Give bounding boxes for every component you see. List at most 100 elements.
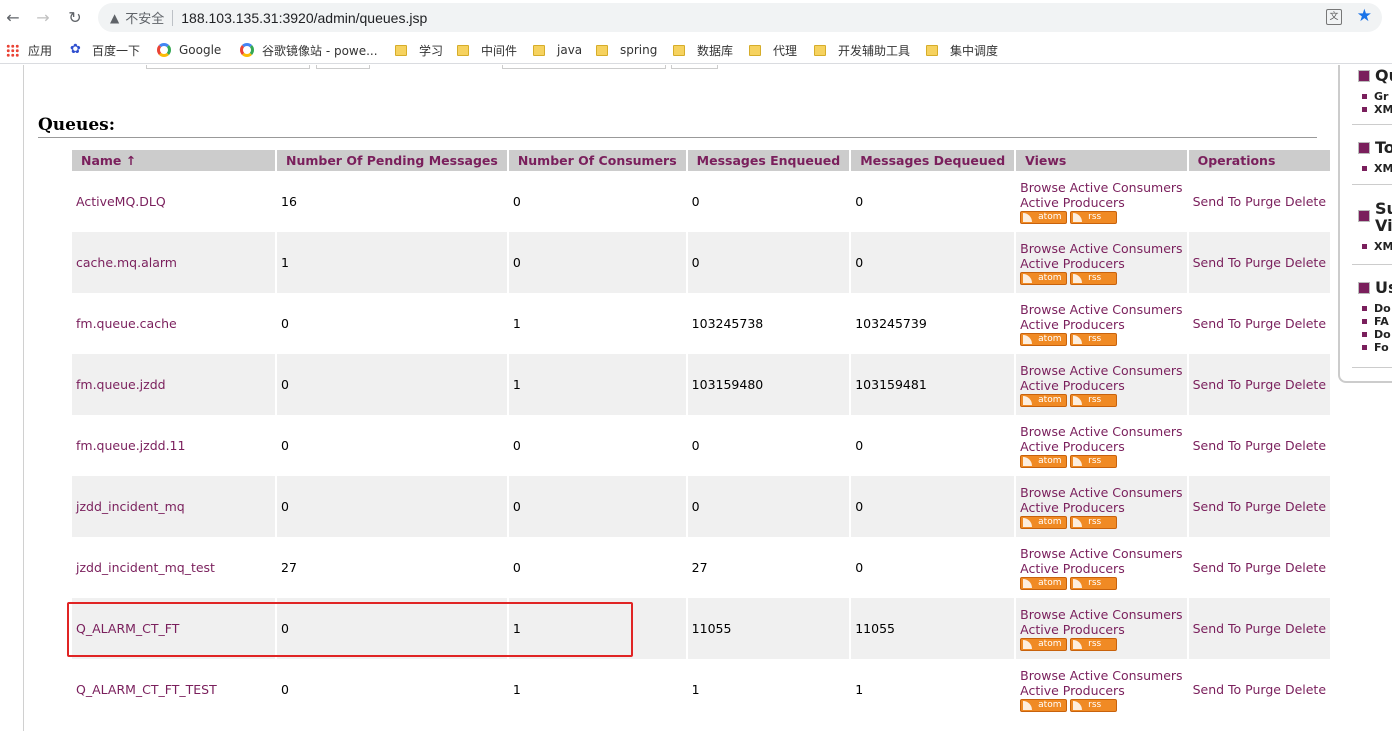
purge-link[interactable]: Purge [1245, 194, 1281, 209]
security-label[interactable]: 不安全 [125, 8, 164, 27]
browse-link[interactable]: Browse [1020, 424, 1066, 439]
translate-icon[interactable]: 文 [1326, 9, 1342, 25]
browse-link[interactable]: Browse [1020, 607, 1066, 622]
browse-link[interactable]: Browse [1020, 668, 1066, 683]
atom-feed-button[interactable]: atom [1020, 393, 1068, 407]
url-text[interactable]: 188.103.135.31:3920/admin/queues.jsp [181, 10, 427, 26]
atom-feed-button[interactable]: atom [1020, 454, 1068, 468]
delete-link[interactable]: Delete [1285, 377, 1326, 392]
delete-link[interactable]: Delete [1285, 316, 1326, 331]
bookmark-google[interactable]: Google [157, 41, 221, 59]
bookmark-folder-study[interactable]: 学习 [395, 41, 443, 59]
purge-link[interactable]: Purge [1245, 377, 1281, 392]
active-consumers-link[interactable]: Active Consumers [1070, 668, 1183, 683]
queue-name-link[interactable]: cache.mq.alarm [76, 255, 177, 270]
sidebar-link[interactable]: FA [1358, 315, 1392, 328]
delete-link[interactable]: Delete [1285, 255, 1326, 270]
sidebar-link-text[interactable]: FA [1374, 315, 1389, 328]
active-consumers-link[interactable]: Active Consumers [1070, 424, 1183, 439]
send-to-link[interactable]: Send To [1193, 255, 1242, 270]
rss-feed-button[interactable]: rss [1070, 515, 1118, 529]
queue-name-link[interactable]: jzdd_incident_mq [76, 499, 185, 514]
active-consumers-link[interactable]: Active Consumers [1070, 180, 1183, 195]
rss-feed-button[interactable]: rss [1070, 210, 1118, 224]
delete-link[interactable]: Delete [1285, 682, 1326, 697]
active-consumers-link[interactable]: Active Consumers [1070, 302, 1183, 317]
sidebar-link-text[interactable]: XM [1374, 162, 1392, 175]
purge-link[interactable]: Purge [1245, 438, 1281, 453]
rss-feed-button[interactable]: rss [1070, 271, 1118, 285]
filter-button[interactable] [671, 65, 718, 69]
column-header-pending[interactable]: Number Of Pending Messages [277, 150, 507, 171]
send-to-link[interactable]: Send To [1193, 438, 1242, 453]
sidebar-link[interactable]: Do [1358, 328, 1392, 341]
send-to-link[interactable]: Send To [1193, 194, 1242, 209]
queue-name-link[interactable]: fm.queue.jzdd [76, 377, 166, 392]
rss-feed-button[interactable]: rss [1070, 698, 1118, 712]
sidebar-link-text[interactable]: Do [1374, 302, 1391, 315]
filter-input[interactable] [502, 65, 666, 69]
active-producers-link[interactable]: Active Producers [1020, 195, 1125, 210]
active-producers-link[interactable]: Active Producers [1020, 561, 1125, 576]
sidebar-link-text[interactable]: Fo [1374, 341, 1389, 354]
delete-link[interactable]: Delete [1285, 438, 1326, 453]
browse-link[interactable]: Browse [1020, 363, 1066, 378]
purge-link[interactable]: Purge [1245, 499, 1281, 514]
active-consumers-link[interactable]: Active Consumers [1070, 485, 1183, 500]
active-consumers-link[interactable]: Active Consumers [1070, 607, 1183, 622]
atom-feed-button[interactable]: atom [1020, 210, 1068, 224]
purge-link[interactable]: Purge [1245, 255, 1281, 270]
address-bar[interactable]: ▲ 不安全 188.103.135.31:3920/admin/queues.j… [98, 3, 1382, 32]
forward-arrow-icon[interactable]: → [32, 6, 54, 28]
send-to-link[interactable]: Send To [1193, 682, 1242, 697]
send-to-link[interactable]: Send To [1193, 499, 1242, 514]
active-consumers-link[interactable]: Active Consumers [1070, 546, 1183, 561]
queue-name-link[interactable]: ActiveMQ.DLQ [76, 194, 166, 209]
queue-name-link[interactable]: Q_ALARM_CT_FT_TEST [76, 682, 217, 697]
atom-feed-button[interactable]: atom [1020, 332, 1068, 346]
bookmark-folder-spring[interactable]: spring [596, 41, 657, 59]
queue-name-link[interactable]: fm.queue.jzdd.11 [76, 438, 185, 453]
bookmark-folder-devtools[interactable]: 开发辅助工具 [814, 41, 910, 59]
browse-link[interactable]: Browse [1020, 180, 1066, 195]
rss-feed-button[interactable]: rss [1070, 576, 1118, 590]
rss-feed-button[interactable]: rss [1070, 332, 1118, 346]
atom-feed-button[interactable]: atom [1020, 515, 1068, 529]
sidebar-link[interactable]: Do [1358, 302, 1392, 315]
sidebar-link[interactable]: XM [1358, 240, 1392, 253]
active-consumers-link[interactable]: Active Consumers [1070, 241, 1183, 256]
active-producers-link[interactable]: Active Producers [1020, 439, 1125, 454]
send-to-link[interactable]: Send To [1193, 621, 1242, 636]
bookmark-apps[interactable]: 应用 [6, 41, 52, 59]
bookmark-star-icon[interactable]: ★ [1357, 6, 1372, 26]
atom-feed-button[interactable]: atom [1020, 271, 1068, 285]
purge-link[interactable]: Purge [1245, 621, 1281, 636]
sidebar-link[interactable]: Fo [1358, 341, 1392, 354]
active-producers-link[interactable]: Active Producers [1020, 378, 1125, 393]
atom-feed-button[interactable]: atom [1020, 698, 1068, 712]
bookmark-folder-java[interactable]: java [533, 41, 582, 59]
bookmark-folder-database[interactable]: 数据库 [673, 41, 733, 59]
queue-name-link[interactable]: jzdd_incident_mq_test [76, 560, 215, 575]
purge-link[interactable]: Purge [1245, 682, 1281, 697]
active-producers-link[interactable]: Active Producers [1020, 622, 1125, 637]
send-to-link[interactable]: Send To [1193, 377, 1242, 392]
active-producers-link[interactable]: Active Producers [1020, 683, 1125, 698]
send-to-link[interactable]: Send To [1193, 316, 1242, 331]
rss-feed-button[interactable]: rss [1070, 454, 1118, 468]
rss-feed-button[interactable]: rss [1070, 637, 1118, 651]
bookmark-folder-middleware[interactable]: 中间件 [457, 41, 517, 59]
sidebar-link-text[interactable]: XM [1374, 103, 1392, 116]
back-arrow-icon[interactable]: ← [2, 6, 24, 28]
purge-link[interactable]: Purge [1245, 316, 1281, 331]
bookmark-folder-proxy[interactable]: 代理 [749, 41, 797, 59]
column-header-enqueued[interactable]: Messages Enqueued [687, 150, 850, 171]
browse-link[interactable]: Browse [1020, 302, 1066, 317]
delete-link[interactable]: Delete [1285, 621, 1326, 636]
create-button[interactable] [316, 65, 370, 69]
sidebar-link-text[interactable]: Do [1374, 328, 1391, 341]
browse-link[interactable]: Browse [1020, 241, 1066, 256]
delete-link[interactable]: Delete [1285, 560, 1326, 575]
sidebar-link[interactable]: Gr [1358, 90, 1392, 103]
browse-link[interactable]: Browse [1020, 546, 1066, 561]
